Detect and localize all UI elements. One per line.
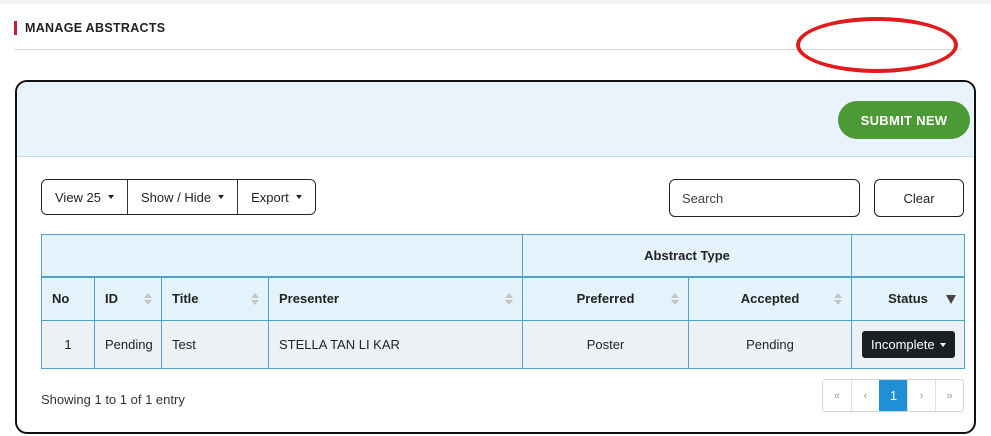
entries-info: Showing 1 to 1 of 1 entry [41, 392, 185, 407]
table-controls: View 25 Show / Hide Export [41, 179, 316, 215]
abstracts-card: SUBMIT NEW View 25 Show / Hide Export Cl… [15, 80, 976, 434]
section-title: MANAGE ABSTRACTS [14, 21, 165, 35]
column-header-no: No [41, 275, 95, 321]
column-header-row: No ID Title Presenter Preferred Accepted… [41, 275, 966, 321]
column-header-accepted[interactable]: Accepted [687, 275, 853, 321]
status-label: Incomplete [871, 337, 935, 352]
show-hide-dropdown[interactable]: Show / Hide [127, 180, 238, 214]
first-page-button[interactable]: « [823, 380, 851, 411]
sort-desc-icon [946, 294, 957, 304]
cell-preferred: Poster [522, 320, 689, 369]
sort-icon [671, 292, 679, 307]
abstracts-table: Abstract Type No ID Title Presenter Pref… [41, 234, 966, 369]
export-dropdown[interactable]: Export [237, 180, 315, 214]
show-hide-label: Show / Hide [141, 189, 212, 205]
export-label: Export [251, 189, 289, 205]
view-count-dropdown[interactable]: View 25 [42, 180, 128, 214]
cell-presenter: STELLA TAN LI KAR [268, 320, 523, 369]
page-1-button[interactable]: 1 [879, 380, 907, 411]
sort-icon [505, 292, 513, 307]
caret-down-icon [108, 195, 115, 199]
highlight-annotation [796, 17, 958, 73]
column-header-title[interactable]: Title [161, 275, 269, 321]
caret-down-icon [218, 195, 225, 199]
caret-down-icon [295, 195, 302, 199]
abstract-type-header: Abstract Type [521, 234, 853, 277]
column-header-presenter[interactable]: Presenter [268, 275, 523, 321]
view-count-label: View 25 [55, 189, 102, 205]
cell-title: Test [161, 320, 269, 369]
column-label: Status [888, 291, 928, 307]
next-page-button[interactable]: › [907, 380, 935, 411]
column-label: Preferred [576, 291, 635, 307]
clear-button[interactable]: Clear [874, 179, 964, 217]
card-header: SUBMIT NEW [17, 82, 974, 157]
submit-new-button[interactable]: SUBMIT NEW [838, 101, 970, 139]
section-title-text: MANAGE ABSTRACTS [25, 21, 166, 35]
table-row[interactable]: 1 Pending Test STELLA TAN LI KAR Poster … [41, 320, 966, 369]
cell-id: Pending [94, 320, 162, 369]
caret-down-icon [939, 342, 946, 347]
column-header-status[interactable]: Status [851, 275, 966, 321]
column-label: Accepted [740, 291, 800, 307]
cell-no: 1 [41, 320, 95, 369]
group-header-empty [851, 234, 966, 277]
column-label: ID [105, 291, 118, 307]
sort-icon [144, 292, 152, 307]
column-label: Presenter [279, 291, 339, 307]
group-header-empty [41, 234, 523, 277]
title-accent-bar [14, 21, 17, 35]
column-header-preferred[interactable]: Preferred [522, 275, 689, 321]
pagination: « ‹ 1 › » [822, 379, 964, 412]
column-header-id[interactable]: ID [94, 275, 162, 321]
cell-status: Incomplete [851, 320, 966, 369]
top-divider [0, 0, 991, 4]
column-label: No [52, 291, 70, 307]
last-page-button[interactable]: » [935, 380, 963, 411]
cell-accepted: Pending [687, 320, 853, 369]
column-label: Title [172, 291, 199, 307]
sort-icon [834, 292, 843, 307]
status-dropdown[interactable]: Incomplete [862, 331, 955, 358]
group-header-row: Abstract Type [41, 234, 966, 277]
prev-page-button[interactable]: ‹ [851, 380, 879, 411]
search-input[interactable] [669, 179, 860, 217]
sort-icon [251, 292, 259, 307]
